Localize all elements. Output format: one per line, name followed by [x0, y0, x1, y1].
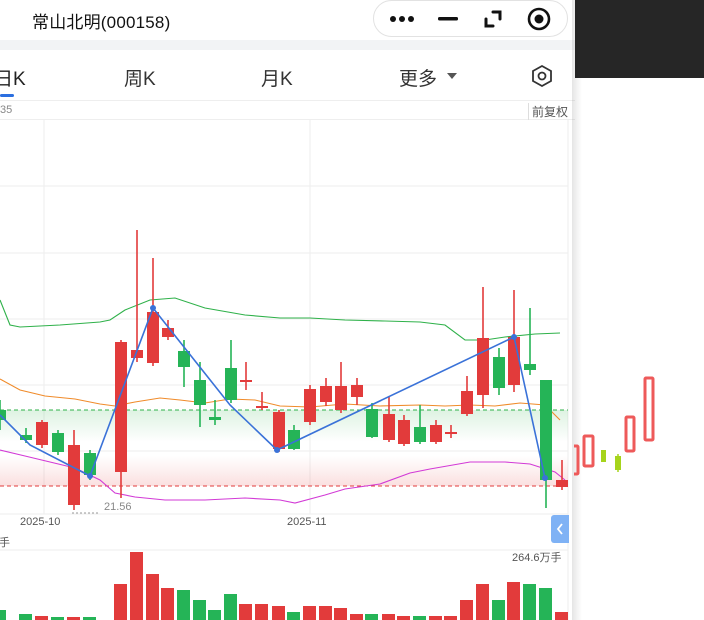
candle-down [493, 357, 505, 388]
candle-up [320, 386, 332, 402]
volume-bar [523, 584, 536, 620]
x-axis-label-nov: 2025-11 [287, 516, 327, 528]
min-price-label: 21.56 [104, 501, 132, 513]
background-dark-region [575, 0, 704, 78]
candle-up [68, 445, 80, 505]
divider-band [0, 40, 575, 50]
zigzag-point [274, 447, 280, 453]
volume-bar [255, 604, 268, 620]
x-axis-label-oct: 2025-10 [20, 516, 61, 528]
volume-bar [460, 600, 473, 620]
more-dots-icon[interactable] [382, 1, 422, 37]
chevron-left-icon [556, 523, 563, 535]
kline-chart-area[interactable]: 35 前复权 21.56 2025-10 2025-11 手 264.6万手 [0, 100, 575, 620]
volume-bar [444, 616, 457, 620]
chevron-down-icon [447, 73, 457, 79]
volume-bar [319, 606, 332, 620]
candle-up [256, 406, 268, 408]
volume-bar [208, 610, 221, 620]
tab-more[interactable]: 更多 [399, 64, 437, 91]
volume-bar [334, 608, 347, 620]
candle-up [115, 342, 127, 472]
volume-bar [224, 594, 237, 620]
volume-bar [382, 614, 395, 620]
zigzag-point [511, 334, 517, 340]
volume-bar [130, 552, 143, 620]
tab-month-k[interactable]: 月K [261, 64, 293, 91]
title-bar: 常山北明(000158) [0, 0, 575, 40]
record-icon[interactable] [519, 1, 559, 37]
period-tabs: 日K 周K 月K 更多 [0, 50, 575, 100]
volume-bar [476, 584, 489, 620]
candle-up [383, 414, 395, 440]
candle-up [477, 338, 489, 395]
zigzag-point [150, 305, 156, 311]
settings-hexagon-icon[interactable] [530, 64, 554, 88]
candle-down [209, 417, 221, 420]
volume-bar [177, 590, 190, 620]
volume-bar [146, 574, 159, 620]
volume-bar [350, 614, 363, 620]
candle-down [225, 368, 237, 400]
candle-down [366, 409, 378, 437]
candle-up [36, 422, 48, 445]
candle-up [240, 380, 252, 382]
candle-up [556, 480, 568, 487]
volume-bar [539, 588, 552, 620]
zigzag-point [87, 473, 93, 479]
collapse-panel-button[interactable] [551, 515, 569, 543]
volume-bar [507, 582, 520, 620]
candle-up [273, 412, 285, 449]
volume-bar [114, 584, 127, 620]
window-controls-capsule [373, 0, 568, 37]
volume-bar [193, 600, 206, 620]
volume-bar [161, 588, 174, 620]
candle-down [52, 433, 64, 452]
page-title: 常山北明(000158) [32, 13, 171, 32]
tab-day-k[interactable]: 日K [0, 64, 26, 91]
candle-up [351, 385, 363, 397]
volume-bar [555, 612, 568, 620]
restore-icon[interactable] [473, 1, 513, 37]
volume-bar [287, 612, 300, 620]
candle-down [194, 380, 206, 405]
zigzag-point [542, 475, 548, 481]
volume-max-label: 264.6万手 [512, 552, 562, 564]
candle-down [524, 364, 536, 370]
candle-up [508, 337, 520, 385]
volume-bar [397, 616, 410, 620]
volume-bar [365, 614, 378, 620]
tab-week-k[interactable]: 周K [124, 64, 156, 91]
candle-up [445, 432, 457, 434]
volume-bar [303, 606, 316, 620]
minimize-icon[interactable] [428, 1, 468, 37]
candle-up [304, 389, 316, 422]
candle-down [414, 427, 426, 442]
candle-up [430, 425, 442, 442]
volume-bar [272, 606, 285, 620]
volume-unit-label: 万手 [0, 537, 10, 549]
candle-up [461, 391, 473, 414]
volume-bar [239, 604, 252, 620]
volume-bar [492, 600, 505, 620]
volume-bar [0, 610, 6, 620]
volume-bar [429, 616, 442, 620]
kline-canvas [0, 120, 569, 620]
volume-bar [19, 614, 32, 620]
volume-bar [35, 616, 48, 620]
volume-bar [413, 616, 426, 620]
candle-up [335, 386, 347, 410]
background-mini-candles [574, 376, 655, 476]
active-tab-indicator [0, 94, 14, 97]
candle-up [398, 420, 410, 444]
